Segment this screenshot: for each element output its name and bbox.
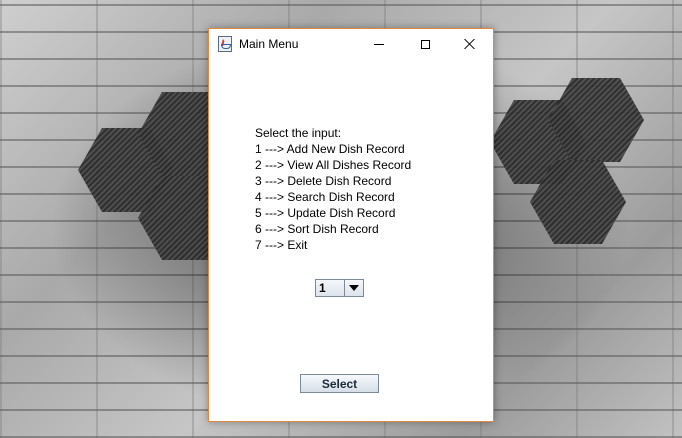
close-icon bbox=[464, 38, 476, 50]
close-button[interactable] bbox=[447, 29, 493, 59]
menu-option-view: 2 ---> View All Dishes Record bbox=[255, 158, 412, 172]
menu-option-update: 5 ---> Update Dish Record bbox=[255, 206, 396, 220]
minimize-button[interactable] bbox=[356, 29, 402, 59]
menu-instructions: Select the input: 1 ---> Add New Dish Re… bbox=[255, 125, 411, 253]
desktop-background: Main Menu Select the input: 1 ---> Add N… bbox=[0, 0, 682, 438]
menu-option-exit: 7 ---> Exit bbox=[255, 238, 308, 252]
menu-prompt: Select the input: bbox=[255, 126, 342, 140]
window-title: Main Menu bbox=[239, 37, 299, 51]
main-menu-window: Main Menu Select the input: 1 ---> Add N… bbox=[208, 28, 494, 422]
menu-option-add: 1 ---> Add New Dish Record bbox=[255, 142, 405, 156]
select-button[interactable]: Select bbox=[300, 374, 379, 393]
option-combo-box[interactable]: 1 bbox=[315, 279, 364, 297]
maximize-icon bbox=[420, 39, 430, 49]
window-content: Select the input: 1 ---> Add New Dish Re… bbox=[209, 59, 493, 421]
combo-selected-value: 1 bbox=[319, 281, 326, 295]
java-cup-icon bbox=[218, 36, 232, 52]
combo-dropdown-button[interactable] bbox=[344, 280, 363, 296]
menu-option-search: 4 ---> Search Dish Record bbox=[255, 190, 395, 204]
menu-option-delete: 3 ---> Delete Dish Record bbox=[255, 174, 392, 188]
title-bar[interactable]: Main Menu bbox=[209, 29, 493, 59]
chevron-down-icon bbox=[349, 285, 359, 291]
menu-option-sort: 6 ---> Sort Dish Record bbox=[255, 222, 379, 236]
minimize-icon bbox=[374, 43, 384, 45]
maximize-button[interactable] bbox=[402, 29, 448, 59]
